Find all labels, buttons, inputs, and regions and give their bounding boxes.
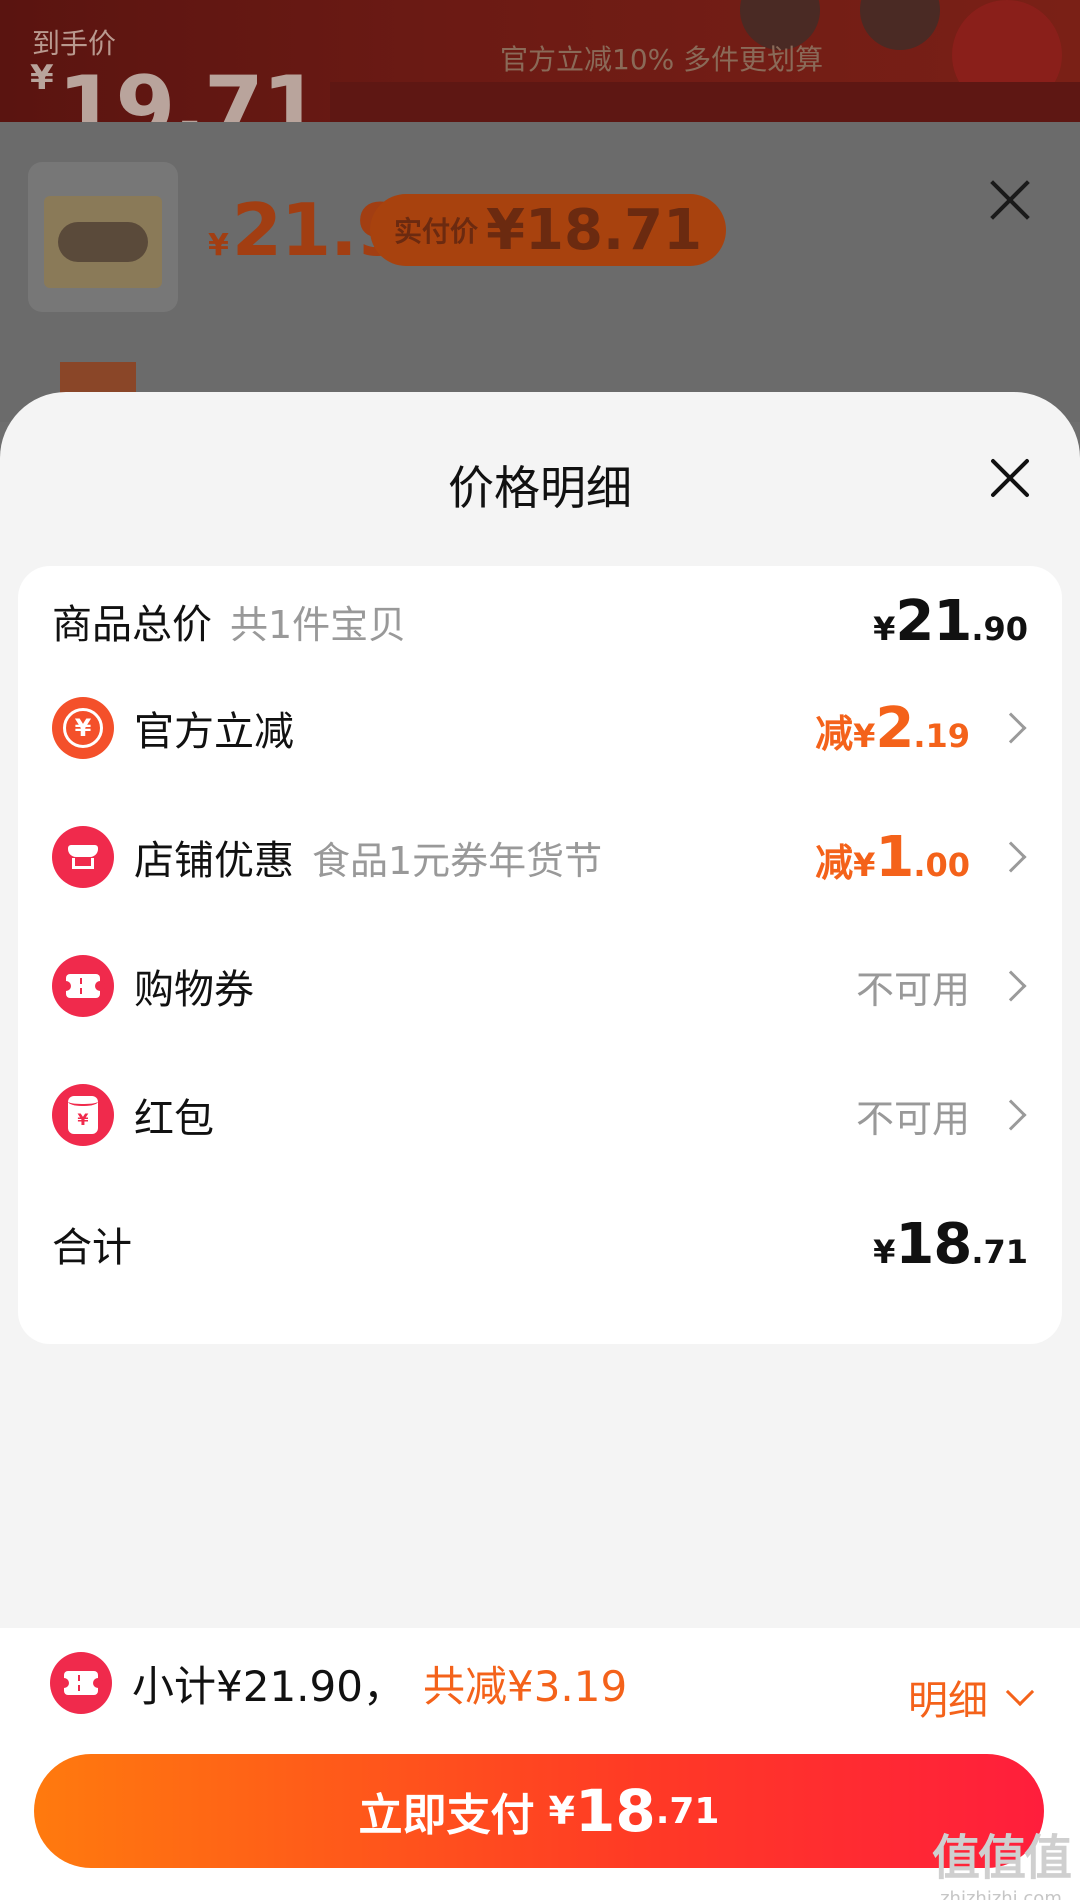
pay-label: 立即支付 [358,1790,535,1841]
paid-price-value: ¥18.71 [486,197,703,263]
row-label: 商品总价 [52,602,212,648]
close-icon[interactable] [988,178,1032,222]
banner-price-symbol: ¥ [30,58,54,98]
currency-symbol: ¥ [853,716,876,755]
amount-dec: .90 [971,609,1028,648]
row-shopping-coupon[interactable]: 购物券 不可用 [18,931,1062,1041]
item-count: 共1件宝贝 [230,602,407,647]
pay-amount-int: 18 [574,1777,656,1845]
banner-strip [330,82,1080,122]
row-label: 店铺优惠 [134,838,294,884]
currency-symbol: ¥ [853,845,876,884]
banner-promo-text: 官方立减10% 多件更划算 [500,43,824,76]
chevron-right-icon [995,1099,1027,1131]
checkout-bar: 小计¥21.90， 共减¥3.19 明细 立即支付 ¥18.71 [0,1628,1080,1900]
subtotal-text: 小计¥21.90， [132,1661,405,1711]
banner-price-value: 19.71 [57,58,322,122]
red-packet-icon: ¥ [52,1084,114,1146]
amount-dec: .19 [913,716,970,755]
shop-coupon-name: 食品1元券年货节 [312,838,603,883]
row-label: 红包 [134,1096,214,1142]
cart-icon [860,0,940,50]
pay-now-button[interactable]: 立即支付 ¥18.71 [34,1754,1044,1868]
watermark: 值值值 zhizhizhi.com [931,1818,1072,1900]
row-red-packet[interactable]: ¥ 红包 不可用 [18,1060,1062,1170]
detail-label: 明细 [908,1678,988,1724]
price-breakdown-card: 商品总价 共1件宝贝 ¥21.90 ¥ 官方立减 减 ¥2.19 店铺优惠 食品… [18,566,1062,1344]
coupon-status: 不可用 [855,967,970,1012]
product-thumbnail [28,162,178,312]
sheet-title: 价格明细 [448,461,632,515]
watermark-logo: 值值值 [931,1830,1072,1886]
row-label: 购物券 [134,967,254,1013]
total-sum-amount: ¥18.71 [873,1212,1028,1277]
paid-price-badge: 实付价 ¥18.71 [370,194,727,266]
discount-prefix: 减 [815,711,854,756]
item-total-amount: ¥21.90 [873,589,1028,654]
banner-price-label: 到手价 [32,27,117,60]
chevron-right-icon [995,712,1027,744]
official-discount-icon: ¥ [52,697,114,759]
chevron-right-icon [995,841,1027,873]
shop-icon [52,826,114,888]
row-label: 官方立减 [134,709,294,755]
row-label: 合计 [52,1225,132,1271]
banner-price: ¥19.71 [30,58,322,122]
subtotal-summary: 小计¥21.90， 共减¥3.19 [50,1652,627,1714]
coupon-icon [50,1652,112,1714]
watermark-url: zhizhizhi.com [940,1888,1062,1900]
chevron-down-icon [1005,1677,1035,1707]
official-discount-amount: 减 ¥2.19 [815,696,970,761]
amount-int: 21 [895,588,972,654]
detail-toggle[interactable]: 明细 [908,1668,1035,1726]
shop-discount-amount: 减 ¥1.00 [815,825,970,890]
product-sku-panel: ¥21.9 实付价 ¥18.71 [0,122,1080,422]
chevron-right-icon [995,970,1027,1002]
product-banner: 到手价 ¥19.71 官方立减10% 多件更划算 [0,0,1080,122]
row-item-total: 商品总价 共1件宝贝 ¥21.90 [18,566,1062,676]
row-official-discount[interactable]: ¥ 官方立减 减 ¥2.19 [18,673,1062,783]
amount-dec: .71 [971,1232,1028,1271]
discount-prefix: 减 [815,840,854,885]
pay-amount-dec: .71 [655,1790,720,1832]
red-packet-status: 不可用 [855,1096,970,1141]
product-price-symbol: ¥ [208,228,229,263]
amount-int: 2 [875,695,914,761]
currency-symbol: ¥ [873,609,896,648]
amount-int: 1 [875,824,914,890]
amount-int: 18 [895,1211,972,1277]
row-total-sum: 合计 ¥18.71 [18,1189,1062,1299]
currency-symbol: ¥ [873,1232,896,1271]
sheet-close-button[interactable] [988,456,1032,500]
pay-currency-symbol: ¥ [548,1789,575,1833]
amount-dec: .00 [913,845,970,884]
total-saved-text: 共减¥3.19 [422,1661,628,1711]
coupon-icon [52,955,114,1017]
row-shop-discount[interactable]: 店铺优惠 食品1元券年货节 减 ¥1.00 [18,802,1062,912]
paid-price-label: 实付价 [394,215,479,248]
